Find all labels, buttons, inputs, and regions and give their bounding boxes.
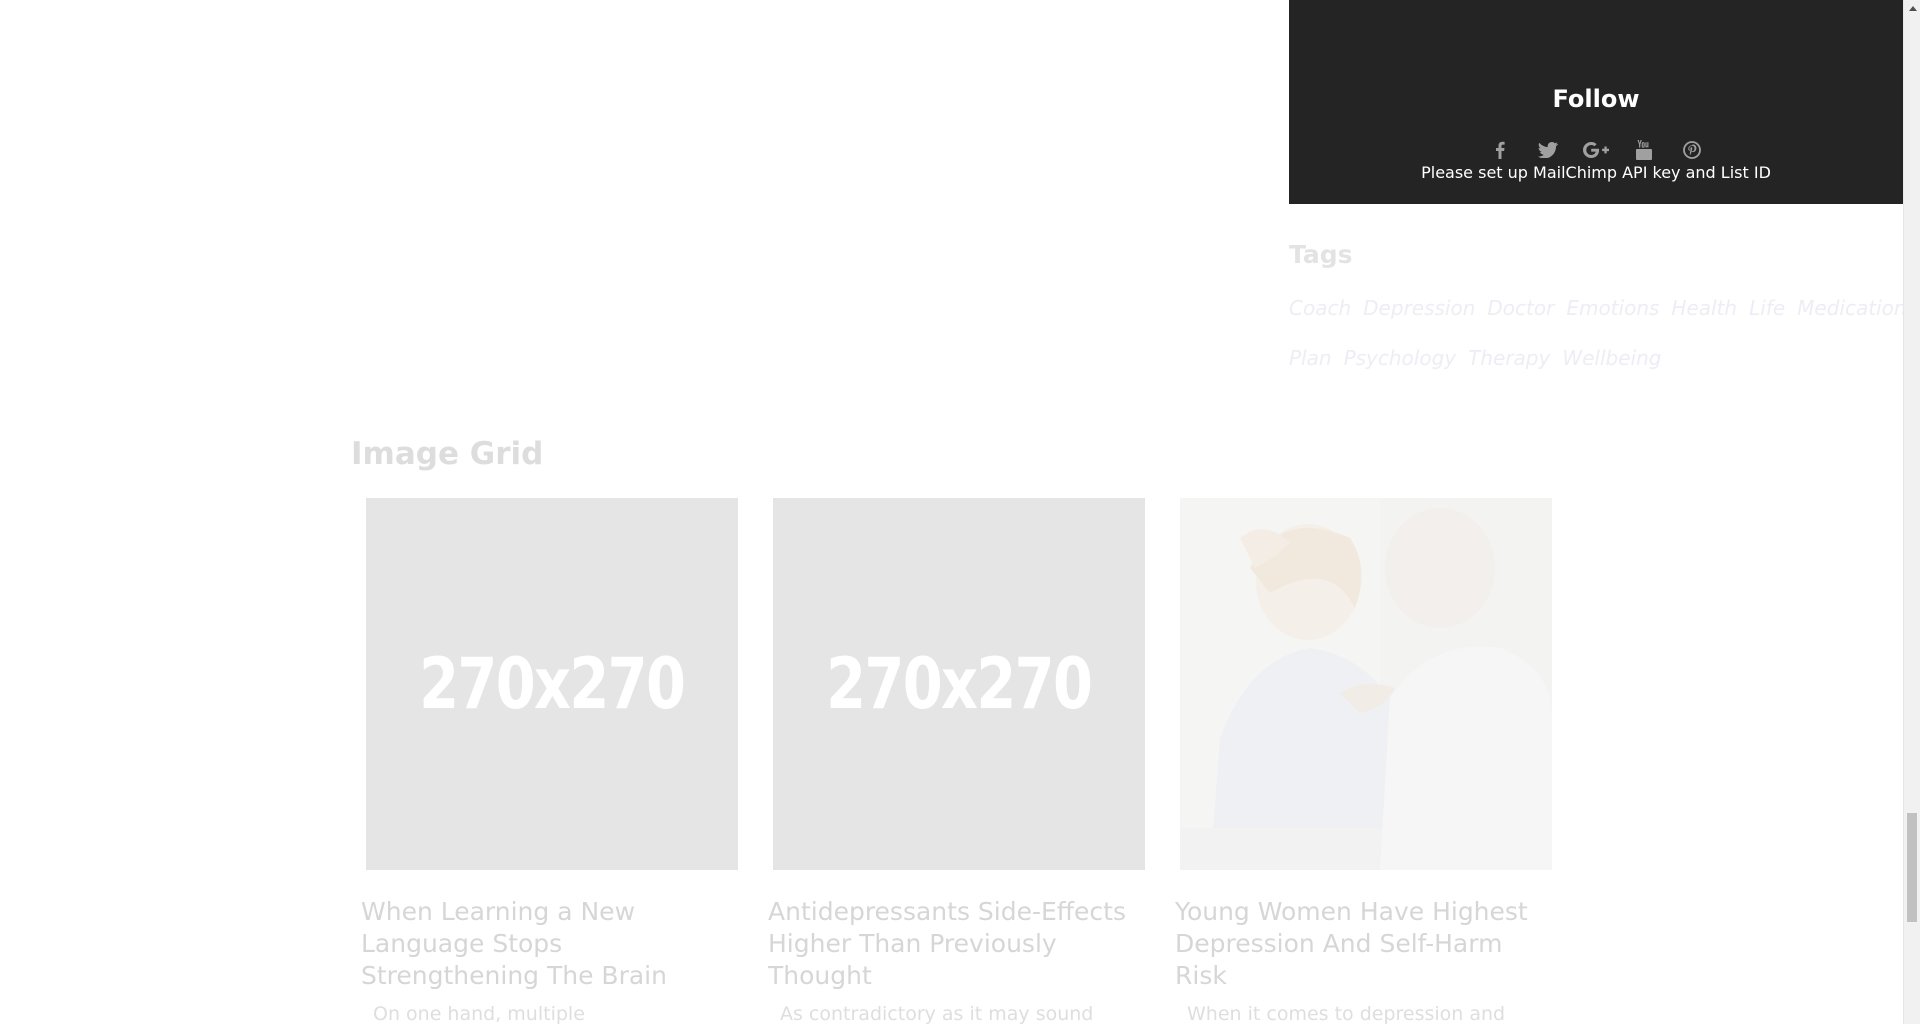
- google-plus-icon[interactable]: [1583, 138, 1609, 162]
- twitter-icon[interactable]: [1535, 138, 1561, 162]
- tag-link[interactable]: Therapy: [1468, 343, 1550, 373]
- card-title[interactable]: Antidepressants Side-Effects Higher Than…: [768, 896, 1153, 992]
- mailchimp-note: Please set up MailChimp API key and List…: [1421, 163, 1771, 182]
- tag-cloud: Coach Depression Doctor Emotions Health …: [1289, 293, 1903, 373]
- image-grid-heading: Image Grid: [351, 436, 544, 472]
- social-links: [1289, 138, 1903, 162]
- vertical-scrollbar[interactable]: [1903, 0, 1920, 1024]
- card-thumbnail[interactable]: 270x270: [773, 498, 1145, 870]
- tag-link[interactable]: Plan: [1289, 343, 1332, 373]
- tag-link[interactable]: Life: [1749, 293, 1785, 323]
- card-thumbnail[interactable]: 270x270: [366, 498, 738, 870]
- scrollbar-thumb[interactable]: [1907, 813, 1917, 922]
- tag-link[interactable]: Doctor: [1487, 293, 1554, 323]
- card-thumbnail-photo[interactable]: [1180, 498, 1552, 870]
- card-excerpt: As contradictory as it may sound: [780, 1003, 1094, 1024]
- tags-heading: Tags: [1289, 240, 1353, 269]
- card-title[interactable]: When Learning a New Language Stops Stren…: [361, 896, 746, 992]
- scroll-up-arrow-icon[interactable]: [1904, 0, 1920, 17]
- facebook-icon[interactable]: [1487, 138, 1513, 162]
- tag-link[interactable]: Psychology: [1344, 343, 1457, 373]
- card-excerpt: On one hand, multiple: [373, 1003, 585, 1024]
- card-title[interactable]: Young Women Have Highest Depression And …: [1175, 896, 1560, 992]
- follow-title: Follow: [1552, 85, 1640, 113]
- pinterest-icon[interactable]: [1679, 138, 1705, 162]
- photo-illustration: [1180, 498, 1552, 870]
- tag-link[interactable]: Wellbeing: [1562, 343, 1661, 373]
- placeholder-label: 270x270: [419, 643, 686, 725]
- youtube-icon[interactable]: [1631, 138, 1657, 162]
- placeholder-label: 270x270: [826, 643, 1093, 725]
- page-viewport: Follow Please set up MailChimp API key a…: [0, 0, 1903, 1024]
- tag-link[interactable]: Emotions: [1566, 293, 1659, 323]
- follow-widget: Follow Please set up MailChimp API key a…: [1289, 0, 1903, 204]
- tag-link[interactable]: Depression: [1363, 293, 1475, 323]
- tag-link[interactable]: Health: [1671, 293, 1737, 323]
- tag-link[interactable]: Medication: [1797, 293, 1903, 323]
- tag-link[interactable]: Coach: [1289, 293, 1351, 323]
- card-excerpt: When it comes to depression and: [1187, 1003, 1506, 1024]
